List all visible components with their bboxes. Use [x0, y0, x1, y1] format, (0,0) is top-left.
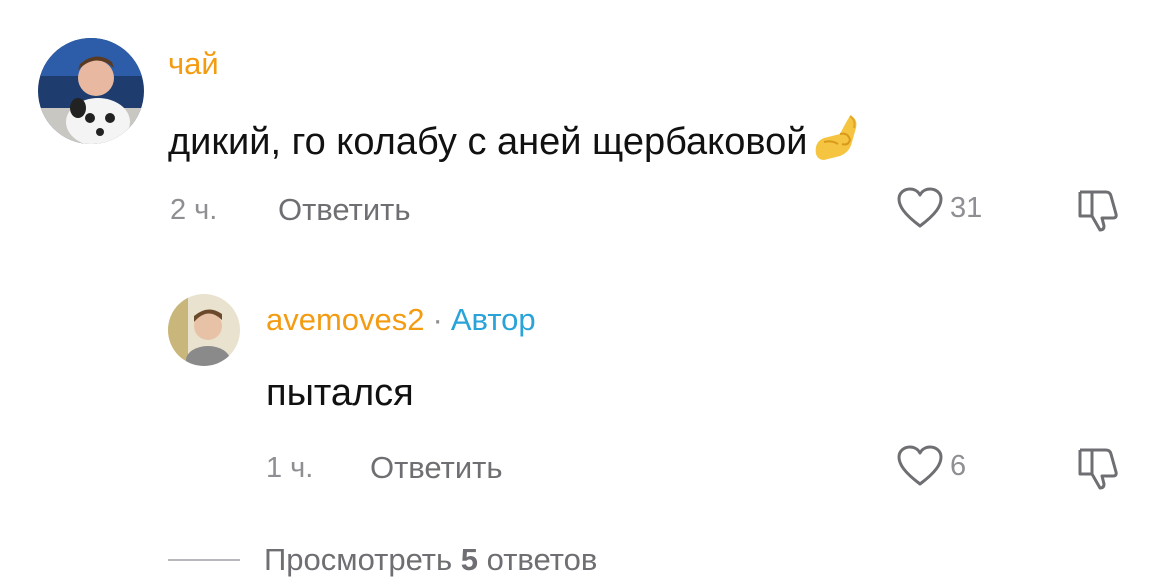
reply-like-button[interactable]: 6: [896, 444, 966, 488]
reply-button[interactable]: Ответить: [278, 194, 411, 225]
heart-icon: [897, 187, 943, 228]
avatar[interactable]: [38, 38, 144, 144]
dislike-icon: [1078, 190, 1118, 232]
comment-time: 2 ч.: [170, 194, 218, 226]
view-replies-button[interactable]: Просмотреть 5 ответов: [168, 544, 597, 575]
author-badge: Автор: [450, 302, 536, 337]
heart-icon: [897, 445, 943, 486]
dislike-icon: [1078, 448, 1118, 490]
reply-avatar[interactable]: [168, 294, 240, 366]
reply-reply-button[interactable]: Ответить: [370, 452, 503, 483]
view-replies-prefix: Просмотреть: [264, 542, 453, 577]
dislike-button[interactable]: [1076, 186, 1122, 232]
divider-line: [168, 558, 240, 561]
view-replies-count: 5: [460, 542, 479, 577]
reply-time: 1 ч.: [266, 452, 314, 484]
comment-text-content: дикий, го колабу с аней щербаковой: [168, 121, 808, 163]
comment-text: дикий, го колабу с аней щербаковой: [168, 112, 862, 162]
comment-username[interactable]: чай: [168, 48, 219, 79]
separator-dot: ·: [432, 302, 443, 337]
reply-username[interactable]: avemoves2: [266, 302, 425, 337]
reply-dislike-button[interactable]: [1076, 444, 1122, 490]
reply-text: пытался: [266, 372, 414, 414]
pinched-fingers-emoji: [810, 112, 862, 162]
reply-author-line: avemoves2 · Автор: [266, 304, 536, 335]
like-button[interactable]: 31: [896, 186, 982, 230]
comments-page: чай дикий, го колабу с аней щербаковой 2…: [0, 0, 1166, 586]
view-replies-suffix: ответов: [486, 542, 598, 577]
like-count: 31: [950, 191, 983, 224]
view-replies-label: Просмотреть 5 ответов: [264, 544, 597, 575]
reply-like-count: 6: [950, 449, 967, 482]
